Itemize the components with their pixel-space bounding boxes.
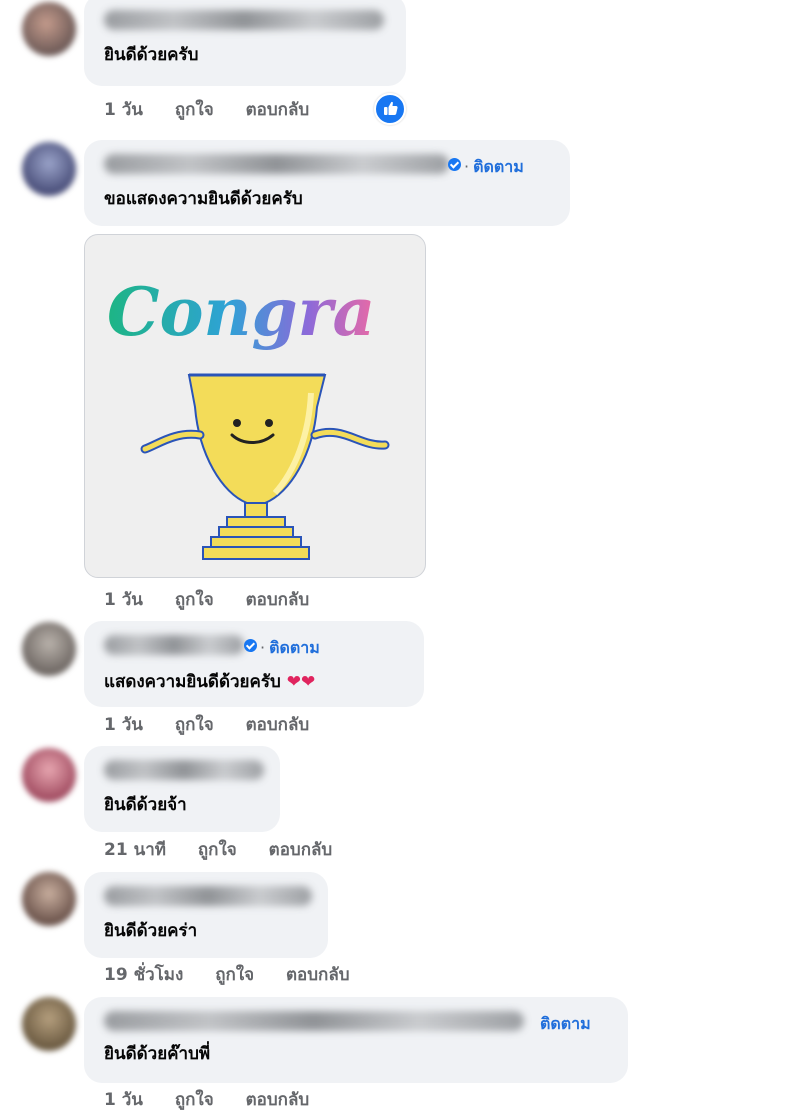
comment-bubble: ยินดีด้วยจ้า <box>84 746 280 832</box>
comment-actions: 1 วัน ถูกใจ ตอบกลับ <box>104 589 335 611</box>
commenter-name-blurred[interactable] <box>104 1011 524 1031</box>
avatar[interactable] <box>22 997 76 1051</box>
avatar[interactable] <box>22 622 76 676</box>
avatar[interactable] <box>22 2 76 56</box>
comment-text: ยินดีด้วยครับ <box>104 45 199 65</box>
like-link[interactable]: ถูกใจ <box>175 590 214 610</box>
comment-text: แสดงความยินดีด้วยครับ ❤❤ <box>104 672 316 692</box>
comment-text: ยินดีด้วยค๊าบพี่ <box>104 1044 211 1064</box>
verified-badge-icon <box>244 639 257 652</box>
comment-text: ขอแสดงความยินดีด้วยครับ <box>104 189 303 209</box>
comment-text: ยินดีด้วยคร่า <box>104 921 198 941</box>
avatar[interactable] <box>22 748 76 802</box>
like-link[interactable]: ถูกใจ <box>175 1090 214 1110</box>
follow-link[interactable]: · ติดตาม <box>464 156 524 178</box>
comment-time[interactable]: 1 วัน <box>104 1090 143 1110</box>
comment-text: ยินดีด้วยจ้า <box>104 795 187 815</box>
thumbs-up-icon[interactable] <box>374 93 406 125</box>
comment-actions: 21 นาที ถูกใจ ตอบกลับ <box>104 839 358 861</box>
follow-link[interactable]: ติดตาม <box>540 1013 591 1035</box>
commenter-name-blurred[interactable] <box>104 886 312 906</box>
congrats-sticker[interactable]: Congra <box>84 234 426 578</box>
verified-badge-icon <box>448 158 461 171</box>
comment-bubble: · ติดตาม ขอแสดงความยินดีด้วยครับ <box>84 140 570 226</box>
comment-bubble: ยินดีด้วยคร่า <box>84 872 328 958</box>
reply-link[interactable]: ตอบกลับ <box>246 1090 310 1110</box>
comment-actions: 1 วัน ถูกใจ ตอบกลับ <box>104 714 335 736</box>
follow-link[interactable]: · ติดตาม <box>260 637 320 659</box>
like-link[interactable]: ถูกใจ <box>175 100 214 120</box>
comment-time[interactable]: 21 นาที <box>104 840 166 860</box>
comment-actions: 19 ชั่วโมง ถูกใจ ตอบกลับ <box>104 964 376 986</box>
sticker-text: Congra <box>107 273 375 351</box>
heart-emoji: ❤❤ <box>286 672 316 692</box>
reply-link[interactable]: ตอบกลับ <box>246 100 310 120</box>
commenter-name-blurred[interactable] <box>104 10 384 30</box>
like-link[interactable]: ถูกใจ <box>215 965 254 985</box>
avatar[interactable] <box>22 142 76 196</box>
comment-bubble: ยินดีด้วยครับ <box>84 0 406 86</box>
comment-actions: 1 วัน ถูกใจ ตอบกลับ <box>104 1089 335 1111</box>
comment-actions: 1 วัน ถูกใจ ตอบกลับ <box>104 99 335 121</box>
avatar[interactable] <box>22 872 76 926</box>
comment-bubble: · ติดตาม แสดงความยินดีด้วยครับ ❤❤ <box>84 621 424 707</box>
comment-time[interactable]: 1 วัน <box>104 590 143 610</box>
reply-link[interactable]: ตอบกลับ <box>246 715 310 735</box>
commenter-name-blurred[interactable] <box>104 760 264 780</box>
comment-time[interactable]: 1 วัน <box>104 100 143 120</box>
reply-link[interactable]: ตอบกลับ <box>269 840 333 860</box>
like-link[interactable]: ถูกใจ <box>198 840 237 860</box>
comment-time[interactable]: 1 วัน <box>104 715 143 735</box>
like-link[interactable]: ถูกใจ <box>175 715 214 735</box>
commenter-name-blurred[interactable] <box>104 635 244 655</box>
reply-link[interactable]: ตอบกลับ <box>286 965 350 985</box>
commenter-name-blurred[interactable] <box>104 154 449 174</box>
comment-time[interactable]: 19 ชั่วโมง <box>104 965 183 985</box>
comment-bubble: ติดตาม ยินดีด้วยค๊าบพี่ <box>84 997 628 1083</box>
reply-link[interactable]: ตอบกลับ <box>246 590 310 610</box>
